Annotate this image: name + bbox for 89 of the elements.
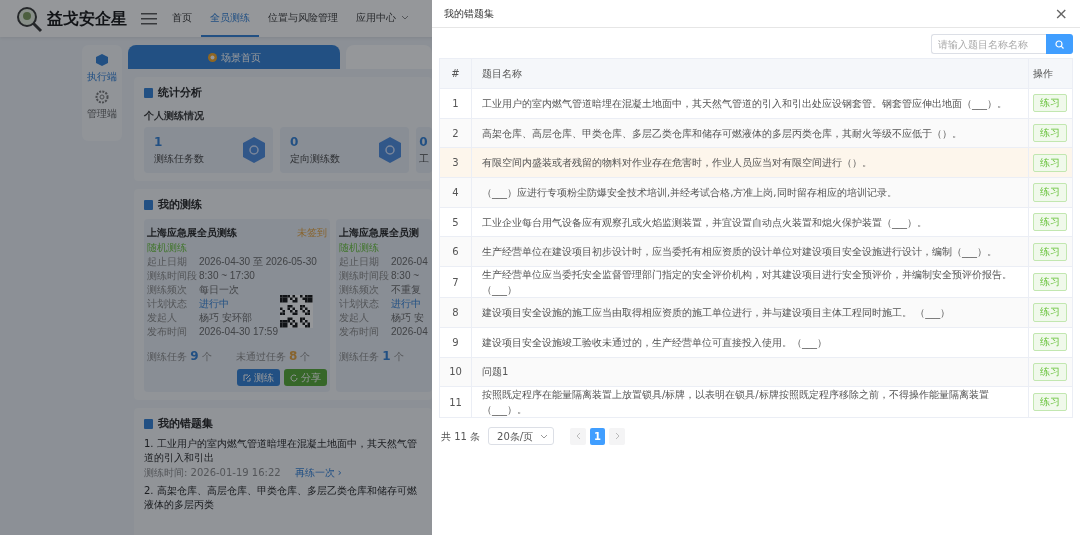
question-text: 问题1 bbox=[471, 357, 1029, 387]
question-text: 建设项目安全设施的施工应当由取得相应资质的施工单位进行，并与建设项目主体工程同时施工。 （___） bbox=[471, 297, 1029, 328]
page-size-select[interactable]: 20条/页 bbox=[488, 427, 555, 446]
row-number: 4 bbox=[439, 177, 472, 208]
stat-value: 0 bbox=[419, 134, 429, 151]
hexagon-icon bbox=[241, 135, 268, 164]
search-field[interactable]: 请输入题目名称名称 bbox=[931, 34, 1046, 54]
section-title: 我的测练 bbox=[158, 196, 202, 213]
search-icon bbox=[1055, 39, 1064, 49]
field-value: 不重复 bbox=[391, 283, 421, 297]
practice-button[interactable]: 练习 bbox=[1033, 94, 1067, 113]
stat-label: 测练任务数 bbox=[154, 152, 204, 166]
drill-title: 上海应急展全员测 bbox=[339, 226, 419, 240]
question-text: 按照既定程序在能量隔离装置上放置锁具/标牌，以表明在锁具/标牌按照既定程序移除之前，不得操作能量隔离装置（___）。 bbox=[471, 386, 1029, 418]
row-number: 6 bbox=[439, 236, 472, 267]
practice-button[interactable]: 练习 bbox=[1033, 333, 1067, 352]
question-text: （___）应进行专项粉尘防爆安全技术培训,并经考试合格,方准上岗,同时留存相应的培训记录。 bbox=[471, 177, 1029, 208]
column-header: 操作 bbox=[1028, 58, 1073, 89]
mistake-question: 1. 工业用户的室内燃气管道暗埋在混凝土地面中，其天然气管道的引入和引出 bbox=[144, 436, 418, 465]
row-number: 3 bbox=[439, 147, 472, 178]
hexagon-icon bbox=[377, 135, 404, 164]
field-value: 进行中 bbox=[199, 297, 229, 311]
share-icon bbox=[290, 373, 298, 382]
field-value: 2026-04-30 17:59 bbox=[199, 325, 278, 339]
field-value: 8:30 ~ 17:30 bbox=[199, 269, 255, 283]
drill-type: 随机测练 bbox=[339, 241, 380, 255]
drill-type: 随机测练 bbox=[147, 241, 188, 255]
chevron-right-icon bbox=[614, 432, 620, 441]
nav-tab[interactable]: 应用中心 bbox=[347, 0, 418, 37]
section-icon bbox=[144, 88, 153, 99]
field-value: 进行中 bbox=[391, 297, 421, 311]
section-icon bbox=[144, 199, 153, 210]
field-value: 8:30 ~ bbox=[391, 269, 420, 283]
practice-button[interactable]: 练习 bbox=[1033, 123, 1067, 143]
close-button[interactable]: × bbox=[1054, 5, 1068, 22]
practice-button[interactable]: 练习 bbox=[1033, 362, 1067, 381]
chevron-down-icon bbox=[540, 433, 549, 439]
practice-button[interactable]: 练习 bbox=[1033, 273, 1067, 292]
practice-button[interactable]: 练习 bbox=[1033, 242, 1067, 261]
section-subtitle: 个人测练情况 bbox=[144, 108, 205, 123]
stat-label: 工 bbox=[419, 152, 430, 166]
stat-value: 0 bbox=[290, 134, 300, 151]
cube-icon bbox=[95, 53, 109, 67]
total-count: 共 11 条 bbox=[441, 429, 481, 444]
magnifier-logo-icon bbox=[15, 4, 43, 33]
field-value: 2026-04-30 至 2026-05-30 bbox=[199, 255, 317, 269]
nav-tab[interactable]: 位置与风险管理 bbox=[259, 0, 347, 37]
stat-label: 定向测练数 bbox=[290, 152, 341, 166]
practice-button[interactable]: 练习 bbox=[1033, 303, 1067, 322]
search-button[interactable] bbox=[1046, 34, 1073, 54]
column-header: 题目名称 bbox=[471, 58, 1029, 89]
question-text: 生产经营单位在建设项目初步设计时，应当委托有相应资质的设计单位对建设项目安全设施进行设计，编制（___）。 bbox=[471, 236, 1029, 267]
column-header: # bbox=[439, 58, 472, 89]
chevron-left-icon bbox=[575, 432, 581, 441]
practice-button[interactable]: 练习 bbox=[1033, 183, 1067, 202]
question-text: 有限空间内盛装或者残留的物料对作业存在危害时，作业人员应当对有限空间进行（）。 bbox=[471, 147, 1029, 178]
section-title: 我的错题集 bbox=[158, 416, 213, 432]
nav-tab[interactable]: 全员测练 bbox=[201, 0, 259, 37]
row-number: 10 bbox=[439, 357, 472, 387]
field-value: 杨巧 安环部 bbox=[199, 311, 252, 325]
mistake-question: 2. 高架仓库、高层仓库、甲类仓库、多层乙类仓库和储存可燃液体的多层丙类 bbox=[144, 483, 418, 512]
share-button[interactable]: 分享 bbox=[284, 369, 327, 386]
rail-item[interactable]: 管理端 bbox=[87, 90, 117, 121]
nav-tab[interactable]: 首页 bbox=[163, 0, 201, 37]
status-label: 未签到 bbox=[297, 226, 327, 240]
row-number: 8 bbox=[439, 297, 472, 328]
edit-icon bbox=[243, 373, 251, 382]
page-button[interactable]: 1 bbox=[590, 427, 606, 445]
section-icon bbox=[144, 419, 153, 430]
row-number: 2 bbox=[439, 118, 472, 148]
practice-button[interactable]: 练习 bbox=[1033, 212, 1067, 232]
row-number: 11 bbox=[439, 386, 472, 418]
drill-title: 上海应急展全员测练 bbox=[147, 226, 237, 240]
menu-icon[interactable] bbox=[141, 12, 157, 25]
section-title: 统计分析 bbox=[158, 85, 202, 101]
field-value: 2026-04 bbox=[391, 255, 428, 269]
field-value: 2026-04 bbox=[391, 325, 428, 339]
drawer-title: 我的错题集 bbox=[444, 7, 494, 21]
logo-text: 益戈安企星 bbox=[47, 7, 127, 30]
practice-button[interactable]: 练习 bbox=[1033, 153, 1067, 172]
scene-tab[interactable]: 场景首页 bbox=[128, 45, 340, 69]
field-value: 杨巧 安 bbox=[391, 311, 424, 325]
gear-icon bbox=[95, 90, 109, 104]
drill-button[interactable]: 测练 bbox=[237, 369, 280, 386]
question-text: 高架仓库、高层仓库、甲类仓库、多层乙类仓库和储存可燃液体的多层丙类仓库，其耐火等级不应低于（）。 bbox=[471, 118, 1029, 148]
rail-item[interactable]: 执行端 bbox=[87, 53, 117, 84]
stat-value: 1 bbox=[154, 134, 164, 151]
practice-button[interactable]: 练习 bbox=[1033, 393, 1067, 412]
retry-link[interactable]: 再练一次 › bbox=[294, 464, 342, 480]
